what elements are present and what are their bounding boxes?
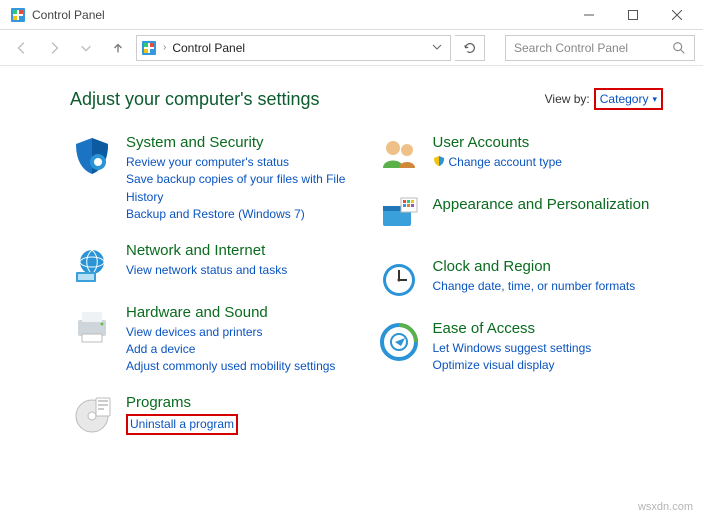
search-input[interactable] bbox=[514, 41, 672, 55]
category-title[interactable]: System and Security bbox=[126, 134, 357, 152]
chevron-right-icon[interactable]: › bbox=[163, 42, 166, 53]
category-title[interactable]: Appearance and Personalization bbox=[433, 196, 664, 214]
heading-row: Adjust your computer's settings View by:… bbox=[70, 88, 663, 110]
appearance-icon bbox=[377, 196, 421, 240]
left-column: System and Security Review your computer… bbox=[70, 134, 357, 456]
address-dropdown-button[interactable] bbox=[428, 41, 446, 55]
category-link[interactable]: View network status and tasks bbox=[126, 262, 357, 279]
window-title: Control Panel bbox=[32, 8, 105, 22]
content-area: Adjust your computer's settings View by:… bbox=[0, 66, 703, 466]
category-link[interactable]: Let Windows suggest settings bbox=[433, 340, 664, 357]
users-icon bbox=[377, 134, 421, 178]
category-clock-region: Clock and Region Change date, time, or n… bbox=[377, 258, 664, 302]
category-title[interactable]: Clock and Region bbox=[433, 258, 664, 276]
shield-small-icon bbox=[433, 155, 445, 170]
refresh-button[interactable] bbox=[455, 35, 485, 61]
category-programs: Programs Uninstall a program bbox=[70, 394, 357, 438]
page-heading: Adjust your computer's settings bbox=[70, 89, 545, 110]
network-icon bbox=[70, 242, 114, 286]
programs-icon bbox=[70, 394, 114, 438]
search-icon bbox=[672, 41, 686, 55]
category-link[interactable]: View devices and printers bbox=[126, 324, 357, 341]
category-hardware-sound: Hardware and Sound View devices and prin… bbox=[70, 304, 357, 376]
category-title[interactable]: Hardware and Sound bbox=[126, 304, 357, 322]
category-link[interactable]: Adjust commonly used mobility settings bbox=[126, 358, 357, 375]
close-button[interactable] bbox=[655, 1, 699, 29]
printer-icon bbox=[70, 304, 114, 348]
window-controls bbox=[567, 1, 699, 29]
viewby-dropdown[interactable]: Category bbox=[594, 88, 663, 110]
category-user-accounts: User Accounts Change account type bbox=[377, 134, 664, 178]
categories-grid: System and Security Review your computer… bbox=[70, 134, 663, 456]
back-button[interactable] bbox=[8, 34, 36, 62]
maximize-button[interactable] bbox=[611, 1, 655, 29]
watermark: wsxdn.com bbox=[638, 501, 693, 513]
up-button[interactable] bbox=[104, 34, 132, 62]
category-title[interactable]: Network and Internet bbox=[126, 242, 357, 260]
control-panel-icon bbox=[10, 7, 26, 23]
control-panel-icon bbox=[141, 40, 157, 56]
minimize-button[interactable] bbox=[567, 1, 611, 29]
address-bar[interactable]: › Control Panel bbox=[136, 35, 451, 61]
category-link[interactable]: Change account type bbox=[449, 154, 562, 171]
ease-of-access-icon bbox=[377, 320, 421, 364]
category-link[interactable]: Add a device bbox=[126, 341, 357, 358]
category-link[interactable]: Backup and Restore (Windows 7) bbox=[126, 206, 357, 223]
category-appearance-personalization: Appearance and Personalization bbox=[377, 196, 664, 240]
category-link[interactable]: Save backup copies of your files with Fi… bbox=[126, 171, 357, 206]
category-ease-of-access: Ease of Access Let Windows suggest setti… bbox=[377, 320, 664, 375]
navbar: › Control Panel bbox=[0, 30, 703, 66]
category-link[interactable]: Change date, time, or number formats bbox=[433, 278, 664, 295]
category-title[interactable]: Programs bbox=[126, 394, 357, 412]
shield-icon bbox=[70, 134, 114, 178]
viewby-label: View by: bbox=[545, 92, 590, 106]
titlebar: Control Panel bbox=[0, 0, 703, 30]
category-system-security: System and Security Review your computer… bbox=[70, 134, 357, 224]
right-column: User Accounts Change account type Appear… bbox=[377, 134, 664, 456]
recent-locations-button[interactable] bbox=[72, 34, 100, 62]
category-link[interactable]: Review your computer's status bbox=[126, 154, 357, 171]
clock-icon bbox=[377, 258, 421, 302]
uninstall-program-link[interactable]: Uninstall a program bbox=[126, 414, 238, 435]
category-link[interactable]: Optimize visual display bbox=[433, 357, 664, 374]
category-title[interactable]: User Accounts bbox=[433, 134, 664, 152]
forward-button[interactable] bbox=[40, 34, 68, 62]
category-title[interactable]: Ease of Access bbox=[433, 320, 664, 338]
breadcrumb-root[interactable]: Control Panel bbox=[172, 41, 245, 55]
category-network-internet: Network and Internet View network status… bbox=[70, 242, 357, 286]
search-box[interactable] bbox=[505, 35, 695, 61]
